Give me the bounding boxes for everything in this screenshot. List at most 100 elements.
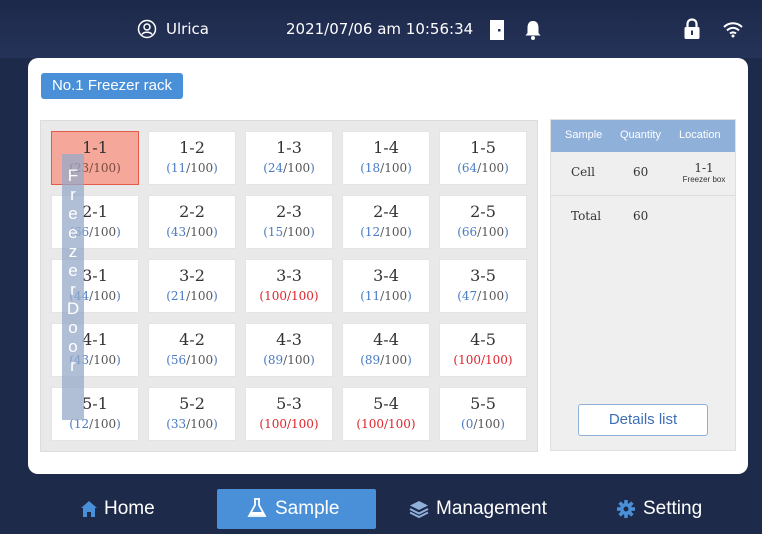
rack-cell-capacity: /100 xyxy=(283,225,311,239)
rack-cell-name: 5-5 xyxy=(470,394,496,413)
rack-cell-count: (43/100) xyxy=(166,225,218,239)
door-letter: e xyxy=(68,261,78,280)
rack-cell-count: (33/100) xyxy=(166,417,218,431)
rack-cell-count: (100/100) xyxy=(356,417,416,431)
rack-cell-capacity: /100 xyxy=(477,289,505,303)
rack-cell-name: 1-3 xyxy=(276,138,302,157)
door-icon[interactable] xyxy=(489,20,505,40)
rack-cell-name: 2-2 xyxy=(179,202,205,221)
rack-cell-used: 47 xyxy=(461,289,478,303)
rack-cell-count: (18/100) xyxy=(360,161,412,175)
rack-cell-used: 100 xyxy=(361,417,384,431)
rack-cell-count: (100/100) xyxy=(259,289,319,303)
door-letter: r xyxy=(70,356,76,375)
rack-cell-2-2[interactable]: 2-2 (43/100) xyxy=(148,195,236,249)
nav-home[interactable]: Home xyxy=(72,489,182,529)
rack-cell-count: (47/100) xyxy=(457,289,509,303)
total-label: Total xyxy=(571,209,602,223)
lock-icon[interactable] xyxy=(683,18,701,40)
nav-management-label: Management xyxy=(436,498,547,519)
rack-cell-4-5[interactable]: 4-5 (100/100) xyxy=(439,323,527,377)
rack-cell-capacity: /100 xyxy=(380,353,408,367)
door-letter: e xyxy=(68,204,78,223)
layers-icon xyxy=(409,501,429,518)
rack-cell-1-2[interactable]: 1-2 (11/100) xyxy=(148,131,236,185)
rack-cell-capacity: /100 xyxy=(89,417,117,431)
rack-cell-1-3[interactable]: 1-3 (24/100) xyxy=(245,131,333,185)
rack-cell-capacity: /100 xyxy=(186,417,214,431)
rack-cell-name: 2-4 xyxy=(373,202,399,221)
rack-cell-capacity: /100 xyxy=(89,161,117,175)
main-panel: No.1 Freezer rack 1-1(23/100)1-2(11/100)… xyxy=(28,58,748,474)
rack-cell-4-4[interactable]: 4-4 (89/100) xyxy=(342,323,430,377)
row-location-sub: Freezer box xyxy=(682,175,726,184)
rack-cell-used: 11 xyxy=(364,289,381,303)
rack-cell-3-5[interactable]: 3-5 (47/100) xyxy=(439,259,527,313)
rack-cell-5-3[interactable]: 5-3 (100/100) xyxy=(245,387,333,441)
rack-cell-2-5[interactable]: 2-5 (66/100) xyxy=(439,195,527,249)
rack-cell-count: (100/100) xyxy=(259,417,319,431)
rack-cell-capacity: /100 xyxy=(477,161,505,175)
rack-cell-4-3[interactable]: 4-3 (89/100) xyxy=(245,323,333,377)
rack-cell-3-4[interactable]: 3-4 (11/100) xyxy=(342,259,430,313)
rack-cell-capacity: /100 xyxy=(380,161,408,175)
rack-cell-capacity: /100 xyxy=(380,225,408,239)
rack-cell-2-4[interactable]: 2-4 (12/100) xyxy=(342,195,430,249)
rack-cell-5-2[interactable]: 5-2 (33/100) xyxy=(148,387,236,441)
door-letter: e xyxy=(68,223,78,242)
door-letter: F xyxy=(67,166,79,185)
rack-cell-3-2[interactable]: 3-2 (21/100) xyxy=(148,259,236,313)
rack-cell-count: (15/100) xyxy=(263,225,315,239)
rack-cell-count: (21/100) xyxy=(166,289,218,303)
header-quantity: Quantity xyxy=(620,129,661,141)
details-list-button[interactable]: Details list xyxy=(578,404,708,436)
rack-cell-name: 2-5 xyxy=(470,202,496,221)
nav-management[interactable]: Management xyxy=(405,489,565,529)
rack-cell-used: 21 xyxy=(170,289,187,303)
rack-cell-2-3[interactable]: 2-3 (15/100) xyxy=(245,195,333,249)
nav-sample[interactable]: Sample xyxy=(217,489,376,529)
rack-cell-capacity: /100 xyxy=(286,289,314,303)
bell-icon[interactable] xyxy=(524,20,542,40)
door-letter: r xyxy=(70,185,76,204)
rack-cell-name: 4-5 xyxy=(470,330,496,349)
rack-cell-used: 56 xyxy=(170,353,187,367)
rack-cell-1-5[interactable]: 1-5 (64/100) xyxy=(439,131,527,185)
rack-grid: 1-1(23/100)1-2(11/100)1-3(24/100)1-4(18/… xyxy=(40,120,538,452)
nav-setting[interactable]: Setting xyxy=(612,489,722,529)
user-name: Ulrica xyxy=(166,20,209,38)
wifi-icon[interactable] xyxy=(722,20,744,38)
rack-cell-capacity: /100 xyxy=(383,417,411,431)
header-sample: Sample xyxy=(565,129,603,141)
rack-cell-capacity: /100 xyxy=(480,353,508,367)
rack-cell-capacity: /100 xyxy=(283,353,311,367)
rack-cell-5-4[interactable]: 5-4 (100/100) xyxy=(342,387,430,441)
bottom-nav: Home Sample Management Setting xyxy=(0,484,762,534)
rack-cell-used: 43 xyxy=(170,225,187,239)
rack-cell-name: 4-2 xyxy=(179,330,205,349)
rack-cell-capacity: /100 xyxy=(186,225,214,239)
rack-cell-name: 3-5 xyxy=(470,266,496,285)
rack-cell-name: 3-3 xyxy=(276,266,302,285)
rack-cell-name: 3-2 xyxy=(179,266,205,285)
rack-cell-name: 1-4 xyxy=(373,138,399,157)
rack-cell-capacity: /100 xyxy=(89,225,117,239)
header-location: Location xyxy=(679,129,721,141)
nav-sample-label: Sample xyxy=(275,498,340,519)
rack-cell-name: 1-2 xyxy=(179,138,205,157)
rack-cell-4-2[interactable]: 4-2 (56/100) xyxy=(148,323,236,377)
rack-cell-1-4[interactable]: 1-4 (18/100) xyxy=(342,131,430,185)
rack-cell-used: 66 xyxy=(461,225,478,239)
rack-cell-capacity: /100 xyxy=(473,417,501,431)
rack-cell-5-5[interactable]: 5-5 (0/100) xyxy=(439,387,527,441)
rack-cell-used: 100 xyxy=(264,417,287,431)
datetime: 2021/07/06 am 10:56:34 xyxy=(286,20,474,38)
rack-cell-capacity: /100 xyxy=(286,417,314,431)
rack-cell-capacity: /100 xyxy=(380,289,408,303)
rack-cell-name: 3-4 xyxy=(373,266,399,285)
rack-cell-count: (89/100) xyxy=(263,353,315,367)
rack-cell-name: 2-3 xyxy=(276,202,302,221)
rack-cell-name: 4-3 xyxy=(276,330,302,349)
rack-cell-3-3[interactable]: 3-3 (100/100) xyxy=(245,259,333,313)
door-letter: z xyxy=(68,242,78,261)
